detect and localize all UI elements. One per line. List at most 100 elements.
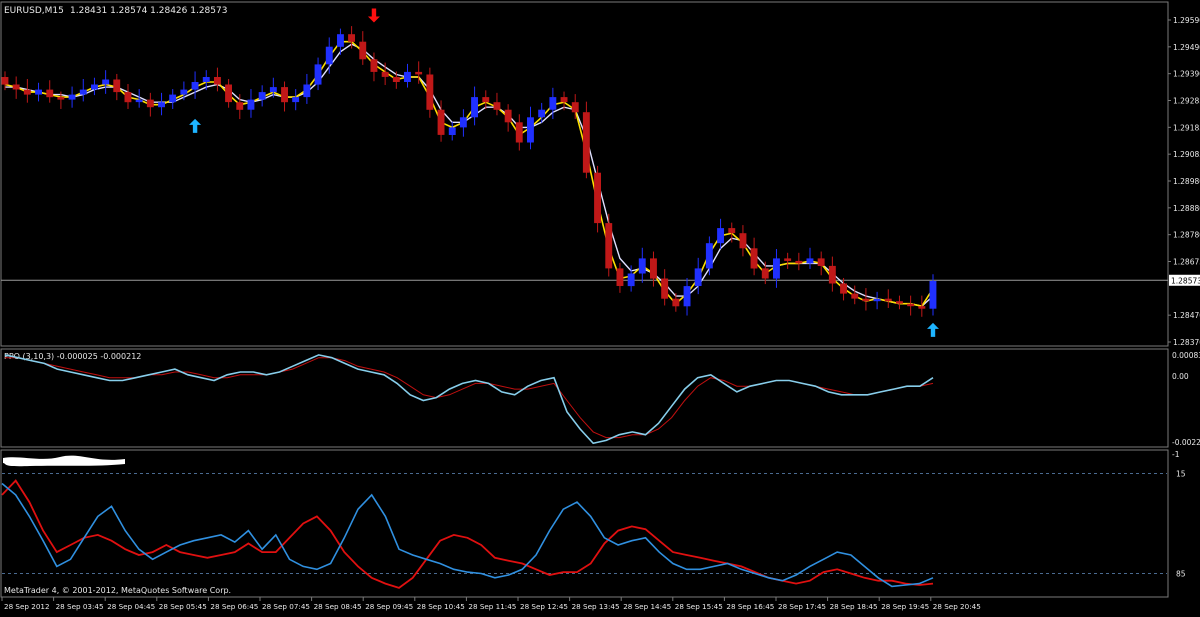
candle-body (325, 46, 333, 65)
candle-body (705, 243, 713, 269)
candle-body (370, 59, 378, 72)
candle-body (1, 77, 9, 85)
candle-body (392, 77, 400, 82)
candle-body (292, 97, 300, 103)
candle-body (605, 223, 613, 269)
copyright-text: MetaTrader 4, © 2001-2012, MetaQuotes So… (4, 586, 231, 595)
candle-body (493, 102, 501, 110)
candle-body (91, 84, 98, 90)
ohlc-readout: 1.28431 1.28574 1.28426 1.28573 (70, 6, 227, 16)
candle-body (828, 265, 836, 284)
chart-canvas[interactable]: EURUSD,M15 1.28431 1.28574 1.28426 1.285… (0, 0, 1200, 613)
candle-body (929, 281, 937, 309)
candle-body (840, 283, 847, 294)
candle-body (862, 298, 870, 302)
candle-body (761, 268, 769, 279)
price-tick-label: 1.29185 (1173, 123, 1200, 132)
candle-body (68, 94, 76, 100)
candle-body (594, 172, 601, 224)
candle-body (717, 228, 724, 244)
candle-body (616, 268, 624, 286)
candle-body (124, 92, 132, 103)
background (0, 0, 1200, 613)
time-tick-label: 28 Sep 04:45 (107, 602, 155, 611)
time-tick-label: 28 Sep 12:45 (520, 602, 568, 611)
time-tick-label: 28 Sep 2012 (4, 602, 50, 611)
candle-body (247, 99, 255, 110)
candle-body (146, 99, 154, 108)
time-tick-label: 28 Sep 15:45 (675, 602, 723, 611)
candle-body (135, 99, 143, 103)
candle-body (728, 228, 736, 234)
candle-body (560, 97, 568, 103)
candle-body (907, 303, 915, 307)
candle-body (515, 122, 523, 143)
candle-body (314, 64, 322, 85)
trading-terminal: EURUSD,M15 1.28431 1.28574 1.28426 1.285… (0, 0, 1200, 613)
symbol-timeframe: EURUSD,M15 (4, 6, 64, 16)
candle-body (627, 273, 635, 287)
price-tick-label: 1.29285 (1173, 97, 1200, 106)
time-tick-label: 28 Sep 06:45 (210, 602, 258, 611)
price-tick-label: 1.29390 (1173, 70, 1200, 79)
candle-body (180, 89, 188, 95)
candle-body (426, 74, 434, 110)
price-tick-label: 1.28780 (1173, 231, 1200, 240)
time-tick-label: 28 Sep 10:45 (417, 602, 465, 611)
candle-body (459, 117, 467, 128)
candle-body (471, 97, 478, 118)
candle-body (750, 248, 758, 269)
candle-body (437, 109, 445, 135)
candle-body (683, 286, 691, 307)
price-tick-label: 1.29490 (1173, 43, 1200, 52)
candle-body (113, 79, 121, 93)
candle-body (817, 258, 825, 266)
price-tick-label: 1.28880 (1173, 204, 1200, 213)
time-tick-label: 28 Sep 03:45 (56, 602, 104, 611)
candle-body (527, 117, 534, 143)
time-tick-label: 28 Sep 14:45 (623, 602, 671, 611)
price-tick-label: 1.29085 (1173, 150, 1200, 159)
candle-body (918, 306, 926, 309)
candle-body (258, 92, 266, 100)
candle-body (851, 293, 859, 299)
time-tick-label: 28 Sep 18:45 (830, 602, 878, 611)
candle-body (773, 258, 780, 279)
candle-body (448, 127, 456, 135)
candle-body (896, 301, 903, 304)
ppo-axis-bottom: -0.00229 (1172, 438, 1200, 447)
candle-body (102, 79, 110, 85)
candle-body (46, 89, 54, 98)
candle-body (415, 71, 423, 75)
candle-body (169, 94, 177, 103)
candle-body (795, 260, 803, 264)
candle-body (873, 298, 881, 302)
candle-body (638, 258, 646, 274)
candle-body (337, 34, 344, 47)
price-tick-label: 1.29590 (1173, 16, 1200, 25)
candle-body (214, 77, 221, 85)
time-tick-label: 28 Sep 20:45 (933, 602, 981, 611)
stoch-axis-15: 15 (1176, 469, 1186, 478)
time-tick-label: 28 Sep 07:45 (262, 602, 310, 611)
candle-body (549, 97, 557, 110)
candle-body (694, 268, 702, 286)
price-tick-label: 1.28675 (1173, 258, 1200, 267)
candle-body (281, 87, 288, 103)
candle-body (672, 298, 680, 307)
candle-body (739, 233, 747, 249)
current-price-label: 1.28573 (1171, 276, 1200, 285)
candle-body (784, 258, 792, 261)
candle-body (191, 82, 199, 90)
candle-body (236, 102, 244, 110)
candle-body (12, 84, 20, 90)
time-tick-label: 28 Sep 11:45 (468, 602, 516, 611)
candle-body (158, 102, 165, 108)
candle-body (538, 109, 546, 118)
ppo-axis-top: 0.00083 (1172, 351, 1200, 360)
candle-body (57, 97, 65, 100)
stoch-axis-top-marker: -1 (1172, 450, 1180, 459)
candle-body (225, 84, 232, 103)
time-tick-label: 28 Sep 17:45 (778, 602, 826, 611)
candle-body (404, 71, 411, 82)
